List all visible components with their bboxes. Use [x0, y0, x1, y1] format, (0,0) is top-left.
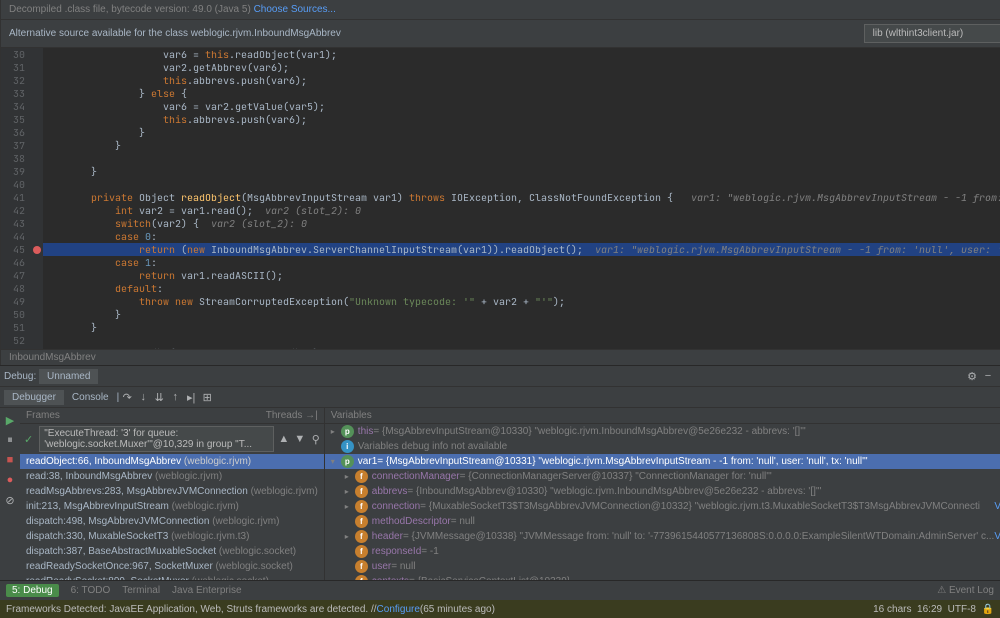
- lib-select[interactable]: lib (wlthint3client.jar): [864, 24, 1000, 43]
- var-field-icon: f: [355, 500, 368, 513]
- debug-minimize-icon[interactable]: −: [980, 368, 996, 384]
- var-field-icon: f: [355, 575, 368, 580]
- frame-item[interactable]: dispatch:387, BaseAbstractMuxableSocket …: [20, 544, 324, 559]
- debug-config-tab[interactable]: Unnamed: [39, 369, 98, 384]
- evaluate-icon[interactable]: ⊞: [199, 389, 215, 405]
- notification-bar: Frameworks Detected: JavaEE Application,…: [0, 600, 1000, 618]
- var-item[interactable]: ▸fconnectionManager = {ConnectionManager…: [325, 469, 1000, 484]
- debugger-tab[interactable]: Debugger: [4, 390, 64, 405]
- frame-item[interactable]: read:38, InboundMsgAbbrev (weblogic.rjvm…: [20, 469, 324, 484]
- decompiled-banner: Decompiled .class file, bytecode version…: [1, 0, 1000, 20]
- debug-title: Debug:: [4, 371, 36, 382]
- status-bar: 5: Debug 6: TODO Terminal Java Enterpris…: [0, 580, 1000, 600]
- thread-filter-icon[interactable]: ⚲: [308, 431, 324, 447]
- configure-link[interactable]: Configure: [377, 604, 420, 615]
- status-chars: 16 chars: [873, 604, 911, 615]
- step-into-icon[interactable]: ↓: [135, 389, 151, 405]
- run-to-cursor-icon[interactable]: ▸|: [183, 389, 199, 405]
- var-item[interactable]: ▸pthis = {MsgAbbrevInputStream@10330} "w…: [325, 424, 1000, 439]
- status-pos: 16:29: [917, 604, 942, 615]
- view-link[interactable]: View: [994, 531, 1000, 542]
- debug-settings-icon[interactable]: ⚙: [964, 368, 980, 384]
- frame-item[interactable]: readReadySocketOnce:967, SocketMuxer (we…: [20, 559, 324, 574]
- frame-item[interactable]: init:213, MsgAbbrevInputStream (weblogic…: [20, 499, 324, 514]
- frame-item[interactable]: dispatch:330, MuxableSocketT3 (weblogic.…: [20, 529, 324, 544]
- line-gutter[interactable]: 30 31 32 33 34 35 36 37 38 39 40 41 42 4…: [1, 48, 31, 349]
- frame-item[interactable]: readMsgAbbrevs:283, MsgAbbrevJVMConnecti…: [20, 484, 324, 499]
- frame-item[interactable]: dispatch:498, MsgAbbrevJVMConnection (we…: [20, 514, 324, 529]
- var-field-icon: f: [355, 560, 368, 573]
- frame-item[interactable]: readReadySocket:899, SocketMuxer (weblog…: [20, 574, 324, 580]
- frames-panel: Frames Threads →| ✓ "ExecuteThread: '3' …: [20, 408, 325, 580]
- breakpoint-icon[interactable]: [33, 246, 41, 254]
- force-step-icon[interactable]: ⇊: [151, 389, 167, 405]
- editor: Decompiled .class file, bytecode version…: [1, 0, 1000, 365]
- var-item[interactable]: i Variables debug info not available: [325, 439, 1000, 454]
- vars-label: Variables: [331, 410, 372, 421]
- status-eventlog[interactable]: ⚠ Event Log: [937, 585, 994, 596]
- choose-sources-link[interactable]: Choose Sources...: [254, 4, 336, 15]
- view-link[interactable]: View: [994, 501, 1000, 512]
- threads-expand-icon[interactable]: →|: [302, 410, 317, 421]
- step-over-icon[interactable]: ↷: [119, 389, 135, 405]
- alt-source-banner: Alternative source available for the cla…: [1, 20, 1000, 48]
- variables-list[interactable]: ▸pthis = {MsgAbbrevInputStream@10330} "w…: [325, 424, 1000, 580]
- thread-check-icon: ✓: [20, 433, 37, 446]
- var-field-icon: p: [341, 455, 354, 468]
- var-field-icon: f: [355, 530, 368, 543]
- status-encoding: UTF-8: [948, 604, 976, 615]
- step-out-icon[interactable]: ↑: [167, 389, 183, 405]
- var-field-icon: f: [355, 545, 368, 558]
- info-icon: i: [341, 440, 354, 453]
- thread-prev-icon[interactable]: ▲: [276, 431, 292, 447]
- breakpoint-gutter[interactable]: [31, 48, 43, 349]
- thread-selector[interactable]: "ExecuteThread: '3' for queue: 'weblogic…: [39, 426, 274, 452]
- var-item[interactable]: ▸fconnection = {MuxableSocketT3$T3MsgAbb…: [325, 499, 1000, 514]
- console-tab[interactable]: Console: [64, 390, 117, 405]
- var-item[interactable]: ▾pvar1 = {MsgAbbrevInputStream@10331} "w…: [325, 454, 1000, 469]
- breadcrumb[interactable]: InboundMsgAbbrev: [1, 349, 1000, 365]
- code-content[interactable]: var6 = this.readObject(var1); var2.getAb…: [43, 48, 1000, 349]
- var-item[interactable]: ▸fheader = {JVMMessage@10338} "JVMMessag…: [325, 529, 1000, 544]
- var-field-icon: p: [341, 425, 354, 438]
- debug-panel: Debug: Unnamed ⚙ − Debugger Console | ↷ …: [0, 365, 1000, 580]
- var-item[interactable]: ▸fabbrevs = {InboundMsgAbbrev@10330} "we…: [325, 484, 1000, 499]
- frames-list[interactable]: readObject:66, InboundMsgAbbrev (weblogi…: [20, 454, 324, 580]
- var-field-icon: f: [355, 515, 368, 528]
- threads-label: Threads: [266, 410, 303, 421]
- var-item[interactable]: fmethodDescriptor = null: [325, 514, 1000, 529]
- var-item[interactable]: fresponseId = -1: [325, 544, 1000, 559]
- debug-left-toolbar: ▶ ⏸ ■ ● ⊘: [0, 408, 20, 580]
- status-todo[interactable]: 6: TODO: [71, 585, 111, 596]
- frame-item[interactable]: readObject:66, InboundMsgAbbrev (weblogi…: [20, 454, 324, 469]
- status-debug[interactable]: 5: Debug: [6, 584, 59, 597]
- thread-next-icon[interactable]: ▼: [292, 431, 308, 447]
- mute-icon[interactable]: ⊘: [2, 492, 18, 508]
- var-field-icon: f: [355, 470, 368, 483]
- var-item[interactable]: fuser = null: [325, 559, 1000, 574]
- breakpoints-icon[interactable]: ●: [2, 472, 18, 488]
- var-item[interactable]: ▸fcontexts = {BasicServiceContextList@10…: [325, 574, 1000, 580]
- resume-icon[interactable]: ▶: [2, 412, 18, 428]
- status-javaee[interactable]: Java Enterprise: [172, 585, 241, 596]
- var-field-icon: f: [355, 485, 368, 498]
- status-terminal[interactable]: Terminal: [122, 585, 160, 596]
- pause-icon[interactable]: ⏸: [2, 432, 18, 448]
- stop-icon[interactable]: ■: [2, 452, 18, 468]
- variables-panel: Variables ▸pthis = {MsgAbbrevInputStream…: [325, 408, 1000, 580]
- frames-label: Frames: [26, 410, 60, 421]
- lock-icon[interactable]: 🔒: [982, 604, 994, 615]
